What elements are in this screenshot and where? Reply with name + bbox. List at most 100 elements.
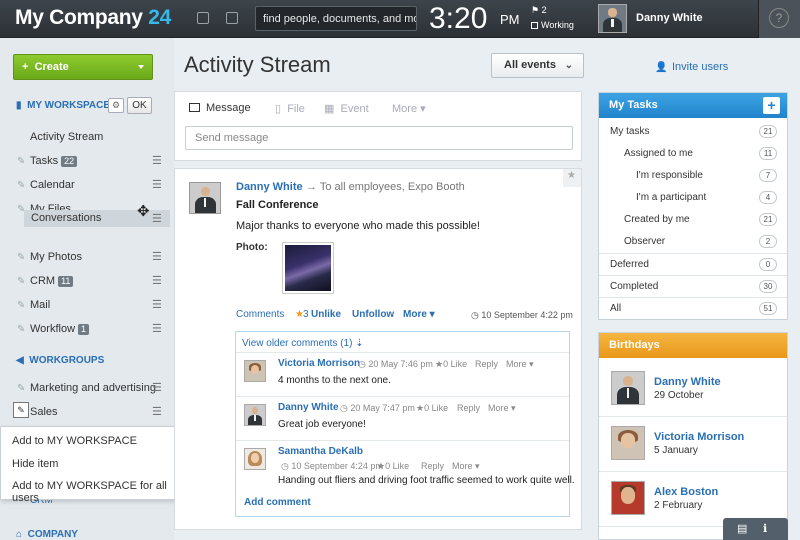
comment-text: Great job everyone! bbox=[278, 419, 366, 430]
comment-like[interactable]: ★0 Like bbox=[435, 359, 467, 370]
task-filter-completed[interactable]: Completed 30 bbox=[599, 275, 787, 297]
avatar[interactable] bbox=[244, 360, 266, 382]
workgroups-heading[interactable]: ◀ WORKGROUPS bbox=[16, 355, 104, 366]
tab-message[interactable]: Message bbox=[189, 102, 251, 114]
unlike-button[interactable]: Unlike bbox=[311, 309, 341, 320]
like-count: 3 bbox=[303, 309, 309, 320]
drag-handle-icon[interactable]: ☰ bbox=[152, 274, 162, 287]
comment-reply[interactable]: Reply bbox=[475, 359, 498, 369]
task-filter-my-tasks[interactable]: My tasks 21 bbox=[599, 121, 787, 143]
chat-icon[interactable]: ▤ bbox=[737, 522, 747, 535]
comment-like[interactable]: ★0 Like bbox=[416, 403, 448, 414]
sidebar-item-crm[interactable]: ✎ CRM 11 ☰ bbox=[0, 272, 174, 292]
comment-more[interactable]: More ▾ bbox=[506, 359, 534, 370]
drag-handle-icon[interactable]: ☰ bbox=[152, 178, 162, 191]
sidebar-item-tasks[interactable]: ✎ Tasks 22 ☰ bbox=[0, 152, 174, 172]
info-icon[interactable]: ℹ bbox=[763, 522, 767, 535]
drag-handle-icon[interactable]: ☰ bbox=[152, 212, 162, 225]
sidebar-item-activity-stream[interactable]: Activity Stream bbox=[0, 128, 174, 148]
comment-author[interactable]: Danny White bbox=[278, 402, 339, 413]
flag-counter[interactable]: ⚑ 2 bbox=[531, 5, 547, 16]
tab-file[interactable]: ▯ File bbox=[275, 102, 305, 115]
avatar[interactable] bbox=[189, 182, 221, 214]
post-author[interactable]: Danny White bbox=[236, 181, 303, 193]
count-badge: 51 bbox=[759, 302, 777, 315]
comment-author[interactable]: Samantha DeKalb bbox=[278, 446, 363, 457]
drag-handle-icon[interactable]: ☰ bbox=[152, 154, 162, 167]
avatar[interactable] bbox=[244, 448, 266, 470]
comment-like[interactable]: ★0 Like bbox=[377, 461, 409, 472]
avatar[interactable] bbox=[598, 4, 627, 33]
comment-reply[interactable]: Reply bbox=[421, 461, 444, 471]
view-older-comments[interactable]: View older comments (1) ⇣ bbox=[242, 338, 364, 349]
comment-more[interactable]: More ▾ bbox=[488, 403, 516, 414]
tab-more[interactable]: More ▾ bbox=[392, 102, 426, 115]
unfollow-button[interactable]: Unfollow bbox=[352, 309, 394, 320]
sidebar-item-marketing[interactable]: ✎ Marketing and advertising ☰ bbox=[0, 379, 174, 399]
sidebar-item-my-photos[interactable]: ✎ My Photos ☰ bbox=[0, 248, 174, 268]
drag-handle-icon[interactable]: ☰ bbox=[152, 250, 162, 263]
search-input[interactable]: find people, documents, and more bbox=[255, 6, 417, 31]
task-filter-all[interactable]: All 51 bbox=[599, 297, 787, 319]
post-photo[interactable] bbox=[282, 242, 334, 294]
sidebar-item-sales[interactable]: Sales ☰ bbox=[0, 403, 174, 423]
avatar[interactable] bbox=[611, 371, 645, 405]
comment-more[interactable]: More ▾ bbox=[452, 461, 480, 472]
task-filter-responsible[interactable]: I'm responsible 7 bbox=[599, 165, 787, 187]
add-comment-link[interactable]: Add comment bbox=[244, 497, 311, 508]
notifications-icon[interactable] bbox=[226, 12, 238, 24]
add-task-button[interactable]: + bbox=[763, 97, 780, 114]
avatar[interactable] bbox=[244, 404, 266, 426]
birthdays-widget: Birthdays Danny White 29 October Victori… bbox=[598, 332, 788, 540]
my-tasks-widget: My Tasks + My tasks 21 Assigned to me 11 I… bbox=[598, 92, 788, 320]
tab-event[interactable]: ▦ Event bbox=[324, 102, 369, 115]
top-bar: My Company 24 find people, documents, an… bbox=[0, 0, 800, 38]
more-button[interactable]: More ▾ bbox=[403, 309, 435, 320]
task-filter-created[interactable]: Created by me 21 bbox=[599, 209, 787, 231]
count-badge: 21 bbox=[759, 213, 777, 226]
sidebar-item-mail[interactable]: ✎ Mail ☰ bbox=[0, 296, 174, 316]
sidebar-item-workflow[interactable]: ✎ Workflow 1 ☰ bbox=[0, 320, 174, 340]
birthday-name[interactable]: Danny White bbox=[654, 376, 721, 388]
drag-handle-icon[interactable]: ☰ bbox=[152, 405, 162, 418]
avatar[interactable] bbox=[611, 426, 645, 460]
drag-handle-icon[interactable]: ☰ bbox=[152, 381, 162, 394]
user-name[interactable]: Danny White bbox=[636, 12, 703, 24]
help-button[interactable]: ? bbox=[758, 0, 800, 38]
company-heading[interactable]: ⌂ COMPANY bbox=[16, 529, 78, 540]
menu-item-add-for-all[interactable]: Add to MY WORKSPACE for all users bbox=[12, 480, 184, 504]
drag-handle-icon[interactable]: ☰ bbox=[152, 322, 162, 335]
bookmark-icon: ▮ bbox=[16, 100, 22, 111]
ok-button[interactable]: OK bbox=[127, 97, 152, 114]
drag-handle-icon[interactable]: ☰ bbox=[152, 298, 162, 311]
menu-item-add-to-workspace[interactable]: Add to MY WORKSPACE bbox=[12, 435, 137, 447]
events-filter-dropdown[interactable]: All events ⌄ bbox=[491, 53, 584, 78]
task-filter-assigned[interactable]: Assigned to me 11 bbox=[599, 143, 787, 165]
task-filter-participant[interactable]: I'm a participant 4 bbox=[599, 187, 787, 209]
count-badge: 11 bbox=[759, 147, 777, 160]
create-button[interactable]: + Create bbox=[13, 54, 153, 80]
birthday-name[interactable]: Alex Boston bbox=[654, 486, 718, 498]
gear-icon[interactable]: ⚙ bbox=[108, 98, 124, 113]
clock[interactable]: 3:20 bbox=[429, 2, 487, 36]
task-filter-deferred[interactable]: Deferred 0 bbox=[599, 253, 787, 275]
birthdays-header: Birthdays bbox=[599, 333, 787, 358]
comment: Samantha DeKalb ◷ 10 September 4:24 pm ★… bbox=[236, 440, 575, 490]
company-logo[interactable]: My Company 24 bbox=[15, 6, 171, 30]
favorite-star[interactable]: ★ bbox=[563, 169, 581, 187]
avatar[interactable] bbox=[611, 481, 645, 515]
birthday-name[interactable]: Victoria Morrison bbox=[654, 431, 744, 443]
message-input[interactable]: Send message bbox=[185, 126, 573, 150]
comments-link[interactable]: Comments bbox=[236, 309, 284, 320]
comment-author[interactable]: Victoria Morrison bbox=[278, 358, 360, 369]
invite-users-link[interactable]: 👤 Invite users bbox=[655, 61, 728, 73]
task-filter-observer[interactable]: Observer 2 bbox=[599, 231, 787, 253]
post-body: Major thanks to everyone who made this p… bbox=[236, 220, 480, 232]
comment-reply[interactable]: Reply bbox=[457, 403, 480, 413]
sidebar-item-calendar[interactable]: ✎ Calendar ☰ bbox=[0, 176, 174, 196]
comment-time: ◷ 10 September 4:24 pm bbox=[281, 461, 383, 471]
messages-icon[interactable] bbox=[197, 12, 209, 24]
work-status[interactable]: Working bbox=[531, 20, 574, 30]
menu-item-hide[interactable]: Hide item bbox=[12, 458, 58, 470]
my-workspace-heading[interactable]: ▮ MY WORKSPACE bbox=[16, 100, 110, 111]
